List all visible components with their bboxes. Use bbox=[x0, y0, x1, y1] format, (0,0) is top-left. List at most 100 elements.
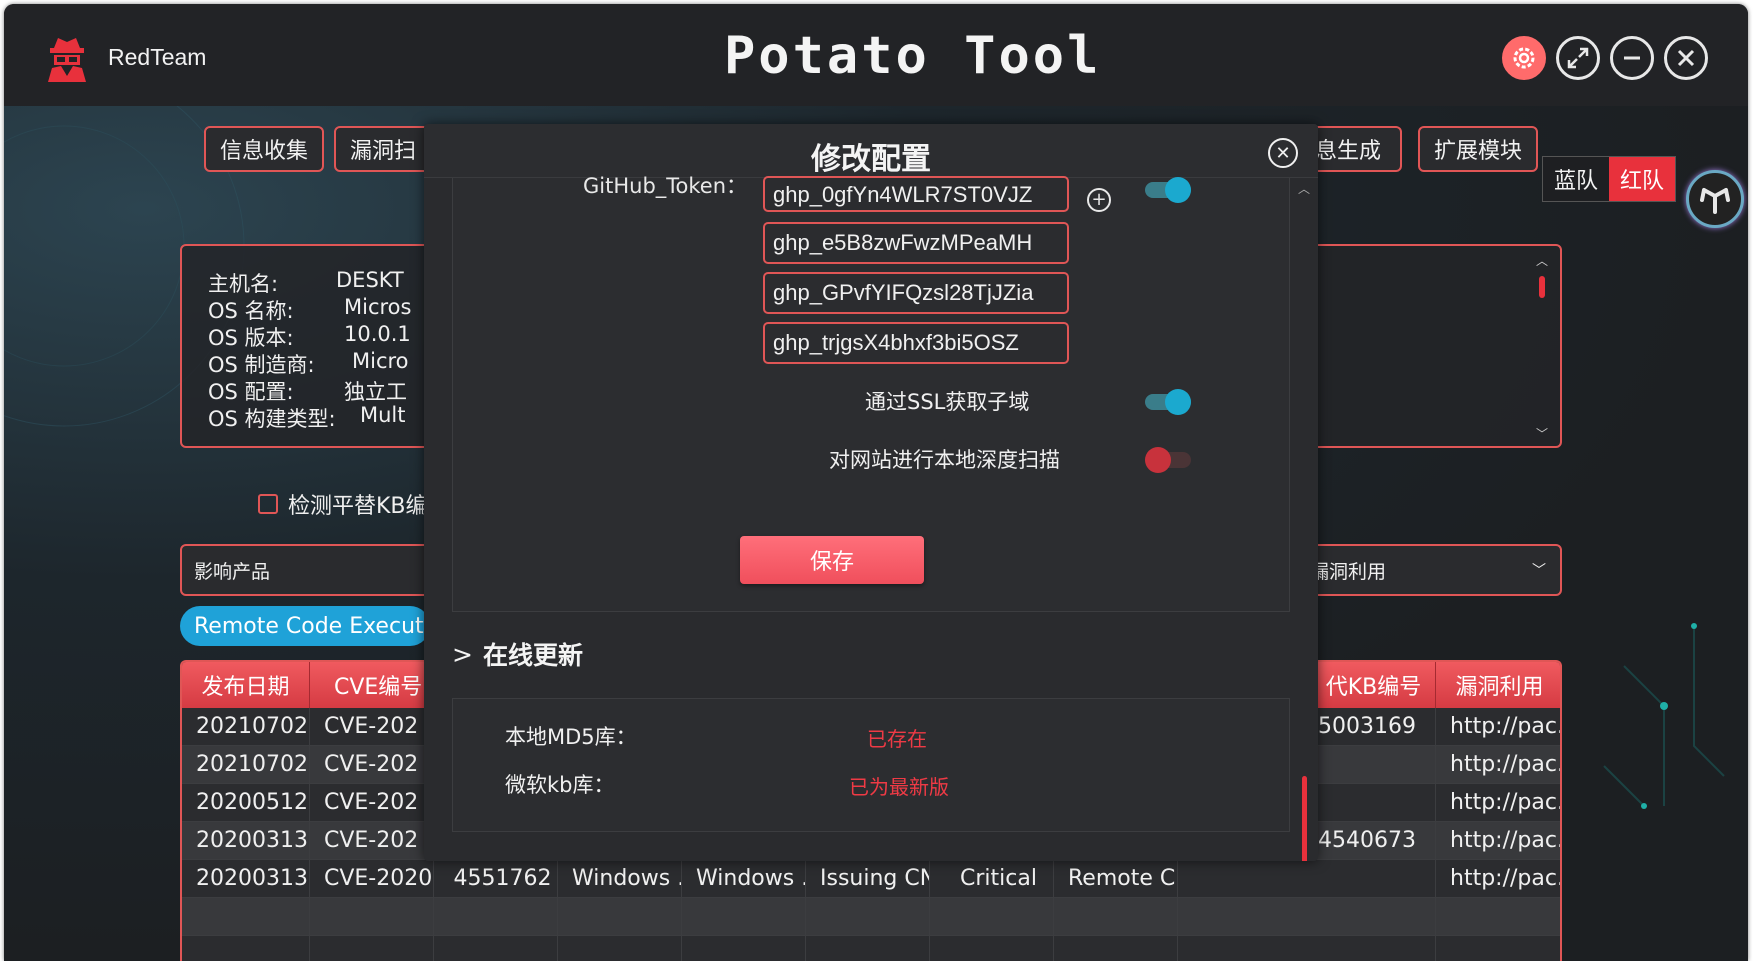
info-value: Micros bbox=[344, 295, 412, 319]
system-info-scrollbar[interactable]: ︿ ﹀ bbox=[1536, 252, 1550, 442]
online-update-header[interactable]: > 在线更新 bbox=[452, 636, 583, 672]
deep-scan-label: 对网站进行本地深度扫描 bbox=[829, 448, 1060, 472]
exploit-filter-label: 漏洞利用 bbox=[1310, 560, 1387, 583]
table-cell: http://pac... bbox=[1436, 860, 1560, 898]
table-row[interactable]: 20200313CVE-2020...4551762Windows ...Win… bbox=[182, 860, 1560, 898]
nav-info-collect[interactable]: 信息收集 bbox=[204, 126, 324, 172]
table-cell bbox=[434, 898, 558, 936]
table-cell: Critical bbox=[930, 860, 1054, 898]
info-value: Micro bbox=[352, 349, 409, 373]
table-cell bbox=[806, 936, 930, 961]
online-update-title: 在线更新 bbox=[482, 641, 583, 670]
table-cell bbox=[434, 936, 558, 961]
github-token-input[interactable]: ghp_e5B8zwFwzMPeaMH bbox=[763, 222, 1069, 264]
table-cell: CVE-202 bbox=[310, 708, 434, 746]
table-cell bbox=[1436, 898, 1560, 936]
nav-extensions[interactable]: 扩展模块 bbox=[1418, 126, 1538, 172]
table-cell bbox=[558, 898, 682, 936]
table-cell: http://pac... bbox=[1436, 708, 1560, 746]
table-cell bbox=[930, 936, 1054, 961]
dialog-title: 修改配置 bbox=[811, 142, 931, 177]
table-cell: 20210702 bbox=[182, 708, 310, 746]
table-row[interactable] bbox=[182, 898, 1560, 936]
table-cell bbox=[1178, 898, 1436, 936]
avatar-button[interactable] bbox=[1686, 170, 1744, 228]
info-value: Mult bbox=[360, 403, 406, 427]
table-cell: http://pac... bbox=[1436, 822, 1560, 860]
app-window: RedTeam Potato Tool 信息收集 漏洞扫 息生成 扩展模块 蓝队… bbox=[4, 4, 1748, 961]
table-cell: Remote C... bbox=[1054, 860, 1178, 898]
brand-name: RedTeam bbox=[108, 44, 207, 70]
kb-checkbox[interactable] bbox=[258, 494, 278, 514]
info-label: OS 名称: bbox=[208, 299, 294, 323]
table-cell bbox=[558, 936, 682, 961]
table-cell bbox=[1436, 936, 1560, 961]
chevron-down-icon[interactable]: ﹀ bbox=[1536, 425, 1548, 442]
table-cell: Issuing CNA bbox=[806, 860, 930, 898]
exploit-filter[interactable]: 漏洞利用 ﹀ bbox=[1284, 544, 1562, 596]
kb-check-option[interactable]: 检测平替KB编 bbox=[258, 488, 428, 520]
chevron-up-icon[interactable]: ︿ bbox=[1536, 252, 1548, 269]
title-bar: RedTeam Potato Tool bbox=[4, 4, 1748, 106]
red-team-tab[interactable]: 红队 bbox=[1609, 157, 1675, 201]
th-cve[interactable]: CVE编号 bbox=[310, 662, 434, 708]
close-button[interactable] bbox=[1664, 36, 1708, 80]
table-cell bbox=[310, 936, 434, 961]
tool-logo-icon bbox=[1700, 188, 1730, 214]
scrollbar-thumb[interactable] bbox=[1302, 776, 1307, 861]
github-token-label: GitHub_Token： bbox=[583, 174, 748, 198]
scrollbar-thumb[interactable] bbox=[1539, 276, 1545, 298]
dialog-scrollbar[interactable]: ︿ bbox=[1298, 180, 1310, 861]
deep-scan-toggle[interactable] bbox=[1145, 447, 1191, 473]
add-token-button[interactable]: + bbox=[1087, 188, 1111, 212]
hacker-logo-icon bbox=[48, 38, 86, 82]
online-update-panel: 本地MD5库： 已存在 微软kb库： 已为最新版 bbox=[452, 698, 1290, 832]
info-label: OS 配置: bbox=[208, 380, 294, 404]
table-cell: Windows ... bbox=[682, 860, 806, 898]
th-exploit[interactable]: 漏洞利用 bbox=[1436, 662, 1560, 708]
github-token-input[interactable]: ghp_GPvfYIFQzsl28TjJZia bbox=[763, 272, 1069, 314]
table-cell: CVE-202 bbox=[310, 784, 434, 822]
config-dialog: 修改配置 ✕ GitHub_Token： ghp_0gfYn4WLR7ST0VJ… bbox=[424, 124, 1318, 861]
info-value: DESKT bbox=[336, 268, 404, 292]
kb-check-label: 检测平替KB编 bbox=[288, 494, 428, 519]
table-cell: 4551762 bbox=[434, 860, 558, 898]
close-icon: ✕ bbox=[1275, 142, 1291, 164]
chevron-up-icon[interactable]: ︿ bbox=[1298, 180, 1310, 197]
table-cell bbox=[182, 936, 310, 961]
info-label: 主机名: bbox=[208, 272, 279, 296]
table-cell: http://pac... bbox=[1436, 784, 1560, 822]
kb-db-label: 微软kb库： bbox=[505, 773, 615, 797]
table-cell: 20200512 bbox=[182, 784, 310, 822]
github-token-input[interactable]: ghp_trjgsX4bhxf3bi5OSZ bbox=[763, 322, 1069, 364]
table-row[interactable] bbox=[182, 936, 1560, 961]
github-token-input[interactable]: ghp_0gfYn4WLR7ST0VJZ bbox=[763, 176, 1069, 212]
chevron-right-icon: > bbox=[452, 639, 473, 669]
minimize-button[interactable] bbox=[1610, 36, 1654, 80]
save-button[interactable]: 保存 bbox=[740, 536, 924, 584]
maximize-button[interactable] bbox=[1556, 36, 1600, 80]
table-cell bbox=[1178, 936, 1436, 961]
table-cell: 20200313 bbox=[182, 822, 310, 860]
minus-icon bbox=[1624, 56, 1640, 60]
kb-db-status[interactable]: 已为最新版 bbox=[849, 771, 949, 800]
md5-db-status[interactable]: 已存在 bbox=[867, 723, 927, 752]
th-date[interactable]: 发布日期 bbox=[182, 662, 310, 708]
vuln-type-tag[interactable]: Remote Code Executi bbox=[180, 606, 430, 646]
table-cell bbox=[682, 936, 806, 961]
team-switch: 蓝队 红队 bbox=[1542, 156, 1676, 202]
blue-team-tab[interactable]: 蓝队 bbox=[1543, 157, 1609, 201]
table-cell: Windows ... bbox=[558, 860, 682, 898]
table-cell bbox=[182, 898, 310, 936]
table-cell bbox=[1054, 936, 1178, 961]
info-label: OS 构建类型: bbox=[208, 407, 336, 431]
app-title: Potato Tool bbox=[724, 26, 1102, 86]
table-cell bbox=[310, 898, 434, 936]
dialog-close-button[interactable]: ✕ bbox=[1268, 138, 1298, 168]
github-toggle[interactable] bbox=[1145, 177, 1191, 203]
settings-button[interactable] bbox=[1502, 36, 1546, 80]
info-value: 独立工 bbox=[344, 380, 407, 404]
ssl-subdomain-toggle[interactable] bbox=[1145, 389, 1191, 415]
th-kb[interactable]: 代KB编号 bbox=[1312, 662, 1436, 708]
ssl-subdomain-label: 通过SSL获取子域 bbox=[865, 390, 1030, 414]
